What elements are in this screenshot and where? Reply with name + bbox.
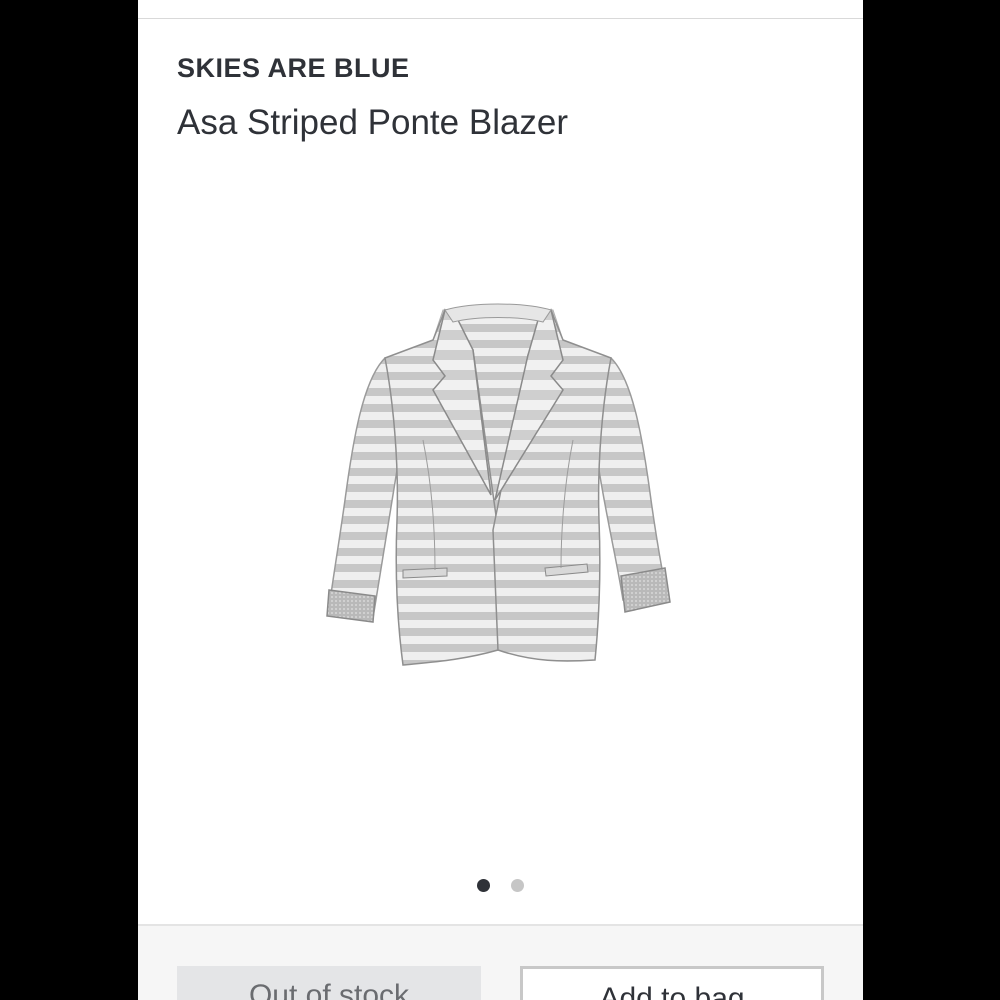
- carousel-dots: [138, 877, 863, 893]
- action-bar: Out of stock Add to bag: [138, 924, 863, 1000]
- carousel-dot-2[interactable]: [510, 879, 524, 893]
- add-to-bag-button[interactable]: Add to bag: [520, 966, 824, 1000]
- striped-blazer-image: [326, 303, 671, 666]
- top-divider: [138, 18, 863, 19]
- carousel-dot-1[interactable]: [477, 879, 491, 893]
- product-image[interactable]: [323, 300, 673, 680]
- brand-name[interactable]: SKIES ARE BLUE: [177, 53, 410, 84]
- product-title: Asa Striped Ponte Blazer: [177, 103, 569, 142]
- out-of-stock-button[interactable]: Out of stock: [177, 966, 481, 1000]
- product-detail-screen: SKIES ARE BLUE Asa Striped Ponte Blazer: [138, 0, 863, 1000]
